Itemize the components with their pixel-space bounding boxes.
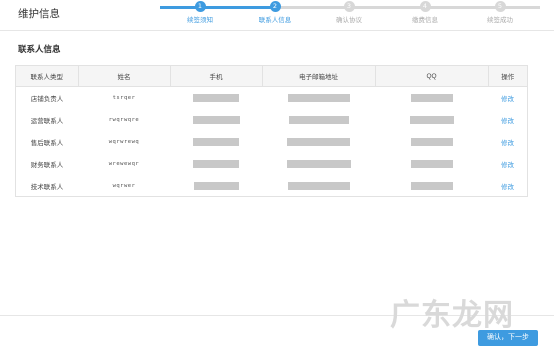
redacted-email xyxy=(287,94,350,102)
step-3: 3 确认协议 xyxy=(317,0,381,24)
step-4: 4 缴费信息 xyxy=(393,0,457,24)
redacted-phone xyxy=(193,94,239,102)
contact-name-cell: wqrwrewq xyxy=(108,139,140,145)
qq-cell xyxy=(375,175,488,197)
qq-cell xyxy=(375,87,488,110)
contact-type-cell: 店铺负责人 xyxy=(30,96,64,103)
redacted-phone xyxy=(193,182,239,190)
phone-cell xyxy=(170,153,262,175)
step-5: 5 续签成功 xyxy=(468,0,532,24)
column-header-email: 电子邮箱地址 xyxy=(262,66,376,87)
step-1-dot: 1 xyxy=(194,1,206,12)
step-1-label: 续签须知 xyxy=(187,17,213,24)
action-cell: 修改 xyxy=(488,175,527,197)
redacted-email xyxy=(287,138,350,146)
column-header-qq: QQ xyxy=(375,66,489,87)
qq-cell xyxy=(375,109,488,131)
action-cell: 修改 xyxy=(488,131,527,153)
step-4-dot: 4 xyxy=(419,1,431,12)
watermark-logo: 广东龙网 xyxy=(390,298,514,333)
email-cell xyxy=(262,153,375,175)
contacts-table: 联系人类型 姓名 手机 电子邮箱地址 QQ 操作 店铺负责人 tsrqer 修改… xyxy=(16,66,527,197)
qq-cell xyxy=(375,131,488,153)
table-row: 技术联系人 wqrwer 修改 xyxy=(16,175,527,197)
step-4-label: 缴费信息 xyxy=(412,17,438,24)
table-header-row: 联系人类型 姓名 手机 电子邮箱地址 QQ 操作 xyxy=(16,66,527,87)
redacted-qq xyxy=(410,138,453,146)
action-cell: 修改 xyxy=(488,109,527,131)
redacted-phone xyxy=(192,116,240,124)
email-cell xyxy=(262,175,375,197)
email-cell xyxy=(262,131,375,153)
page-title: 维护信息 xyxy=(18,8,60,20)
contact-type-cell: 技术联系人 xyxy=(30,184,64,191)
step-2-dot: 2 xyxy=(269,1,281,12)
contact-type-cell: 运营联系人 xyxy=(30,118,64,125)
contacts-table-container: 联系人类型 姓名 手机 电子邮箱地址 QQ 操作 店铺负责人 tsrqer 修改… xyxy=(15,65,528,197)
redacted-phone xyxy=(193,138,239,146)
redacted-qq xyxy=(410,160,453,168)
contact-name-cell: tsrqer xyxy=(112,95,136,101)
redacted-email xyxy=(286,160,351,168)
edit-link[interactable]: 修改 xyxy=(501,118,514,125)
redacted-email xyxy=(288,116,349,124)
column-header-type: 联系人类型 xyxy=(16,66,79,87)
step-1: 1 续签须知 xyxy=(168,0,232,24)
step-3-dot: 3 xyxy=(343,1,355,12)
action-cell: 修改 xyxy=(488,87,527,110)
column-header-action: 操作 xyxy=(488,66,527,87)
redacted-qq xyxy=(410,94,453,102)
contact-name-cell: wqrwer xyxy=(112,183,136,189)
qq-cell xyxy=(375,153,488,175)
table-row: 财务联系人 wrewewqr 修改 xyxy=(16,153,527,175)
email-cell xyxy=(262,109,375,131)
phone-cell xyxy=(170,109,262,131)
section-title: 联系人信息 xyxy=(18,44,61,54)
contact-type-cell: 财务联系人 xyxy=(30,162,64,169)
redacted-qq xyxy=(409,116,454,124)
phone-cell xyxy=(170,131,262,153)
edit-link[interactable]: 修改 xyxy=(501,140,514,147)
step-3-label: 确认协议 xyxy=(336,17,362,24)
step-2: 2 联系人信息 xyxy=(243,0,307,24)
phone-cell xyxy=(170,175,262,197)
action-cell: 修改 xyxy=(488,153,527,175)
step-2-label: 联系人信息 xyxy=(258,17,292,24)
table-row: 店铺负责人 tsrqer 修改 xyxy=(16,87,527,110)
contact-type-cell: 售后联系人 xyxy=(30,140,64,147)
column-header-phone: 手机 xyxy=(170,66,263,87)
phone-cell xyxy=(170,87,262,110)
edit-link[interactable]: 修改 xyxy=(501,184,514,191)
redacted-email xyxy=(287,182,350,190)
table-row: 售后联系人 wqrwrewq 修改 xyxy=(16,131,527,153)
redacted-phone xyxy=(193,160,239,168)
step-progress: 1 续签须知 2 联系人信息 3 确认协议 4 缴费信息 5 续签成功 xyxy=(160,0,540,30)
column-header-name: 姓名 xyxy=(78,66,171,87)
step-5-dot: 5 xyxy=(494,1,506,12)
redacted-qq xyxy=(410,182,453,190)
edit-link[interactable]: 修改 xyxy=(501,96,514,103)
step-5-label: 续签成功 xyxy=(487,17,513,24)
table-row: 运营联系人 rwqrwqre 修改 xyxy=(16,109,527,131)
header-bar: 维护信息 1 续签须知 2 联系人信息 3 确认协议 4 缴费信息 5 续签成功 xyxy=(0,0,554,31)
contact-name-cell: rwqrwqre xyxy=(108,117,140,123)
edit-link[interactable]: 修改 xyxy=(501,162,514,169)
contact-name-cell: wrewewqr xyxy=(108,161,140,167)
email-cell xyxy=(262,87,375,110)
